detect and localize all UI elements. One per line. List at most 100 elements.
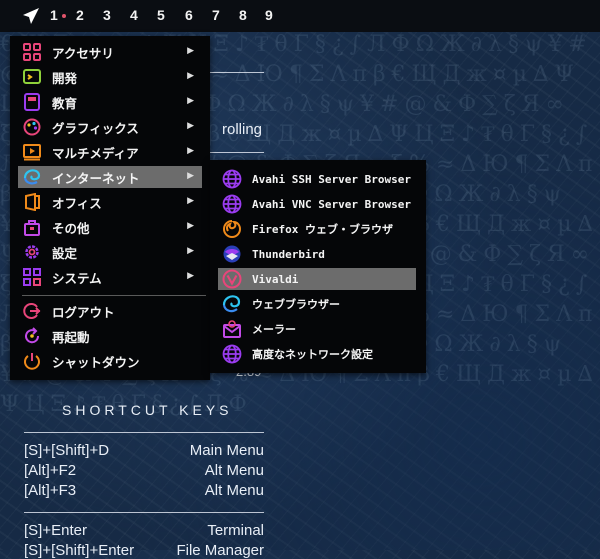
workspace-9[interactable]: 9 [265,7,273,23]
menu-item-label: 教育 [52,95,78,111]
workspace-8[interactable]: 8 [239,7,247,23]
submenu-arrow-icon: ▶ [187,96,194,106]
menu-item-label: グラフィックス [52,120,139,136]
menu-item-label: インターネット [52,170,140,186]
conky-rolling: rolling [222,121,263,138]
other-icon [22,217,42,237]
settings-icon [22,242,42,262]
menu-item-label: Avahi VNC Server Browser [252,197,411,211]
logout-icon [22,301,42,321]
menu-item-web-browser[interactable]: ウェブブラウザー [218,293,416,315]
menu-item-label: Thunderbird [252,247,325,261]
conky-divider [208,152,264,153]
shortcut-keys: [S]+Enter [24,522,87,539]
graphics-icon [22,117,42,137]
menu-item-development[interactable]: 開発 ▶ [18,66,202,88]
menu-item-label: 開発 [52,70,78,86]
submenu-arrow-icon: ▶ [187,196,194,206]
workspace-1[interactable]: 1 [50,7,58,23]
menu-separator [22,295,206,296]
shortcut-action: Alt Menu [204,482,264,499]
menu-item-office[interactable]: オフィス ▶ [18,191,202,213]
menu-item-multimedia[interactable]: マルチメディア ▶ [18,141,202,163]
submenu-arrow-icon: ▶ [187,146,194,156]
internet-icon [22,167,42,187]
menu-item-vivaldi[interactable]: Vivaldi [218,268,416,290]
menu-item-label: シャットダウン [52,354,140,370]
submenu-arrow-icon: ▶ [187,246,194,256]
submenu-arrow-icon: ▶ [187,121,194,131]
conky-divider [208,72,264,73]
mailer-icon [222,319,242,339]
accessories-icon [22,42,42,62]
menu-item-avahi-vnc[interactable]: Avahi VNC Server Browser [218,193,416,215]
menu-item-network-settings[interactable]: 高度なネットワーク設定 [218,343,416,365]
office-icon [22,192,42,212]
menu-item-accessories[interactable]: アクセサリ ▶ [18,41,202,63]
thunderbird-icon [222,244,242,264]
menu-item-label: ログアウト [52,304,115,320]
workspace-7[interactable]: 7 [212,7,220,23]
shortcut-action: Main Menu [189,442,264,459]
menu-item-system[interactable]: システム ▶ [18,266,202,288]
active-workspace-indicator [62,14,66,18]
menu-item-other[interactable]: その他 ▶ [18,216,202,238]
application-menu: アクセサリ ▶ 開発 ▶ 教育 ▶ グラフィックス ▶ マルチメディア ▶ イン [10,36,210,380]
menu-item-label: メーラー [252,323,296,336]
vivaldi-icon [222,269,242,289]
internet-submenu: Avahi SSH Server Browser Avahi VNC Serve… [210,160,426,373]
menu-item-thunderbird[interactable]: Thunderbird [218,243,416,265]
menu-item-label: 再起動 [52,329,90,345]
menu-item-label: ウェブブラウザー [252,298,340,311]
globe-icon [222,169,242,189]
shortcut-action: File Manager [176,542,264,559]
menu-item-avahi-ssh[interactable]: Avahi SSH Server Browser [218,168,416,190]
submenu-arrow-icon: ▶ [187,71,194,81]
menu-item-label: Avahi SSH Server Browser [252,172,411,186]
menu-item-settings[interactable]: 設定 ▶ [18,241,202,263]
shortcut-action: Alt Menu [204,462,264,479]
menu-item-label: Vivaldi [252,272,299,286]
menu-item-logout[interactable]: ログアウト [18,300,202,322]
shortcut-keys: [Alt]+F2 [24,462,77,479]
shortcut-action: Terminal [207,522,264,539]
menu-item-firefox[interactable]: Firefox ウェブ・ブラウザ [218,218,416,240]
menu-item-label: Firefox ウェブ・ブラウザ [252,223,393,236]
shortcut-keys: [S]+[Shift]+D [24,442,110,459]
workspace-5[interactable]: 5 [157,7,165,23]
workspace-4[interactable]: 4 [130,7,138,23]
workspace-3[interactable]: 3 [103,7,111,23]
top-panel: 1 2 3 4 5 6 7 8 9 [0,0,600,32]
menu-item-label: 設定 [52,245,78,261]
submenu-arrow-icon: ▶ [187,171,194,181]
workspace-2[interactable]: 2 [76,7,84,23]
menu-item-label: アクセサリ [52,45,114,61]
multimedia-icon [22,142,42,162]
menu-item-restart[interactable]: 再起動 [18,325,202,347]
launcher-icon[interactable] [22,7,40,25]
firefox-icon [222,219,242,239]
menu-item-education[interactable]: 教育 ▶ [18,91,202,113]
conky-divider [24,512,264,513]
submenu-arrow-icon: ▶ [187,221,194,231]
menu-item-label: 高度なネットワーク設定 [252,348,373,361]
submenu-arrow-icon: ▶ [187,271,194,281]
network-settings-icon [222,344,242,364]
development-icon [22,67,42,87]
system-icon [22,267,42,287]
menu-item-label: システム [52,270,102,286]
menu-item-shutdown[interactable]: シャットダウン [18,350,202,372]
menu-item-graphics[interactable]: グラフィックス ▶ [18,116,202,138]
education-icon [22,92,42,112]
restart-icon [22,326,42,346]
menu-item-label: マルチメディア [52,145,139,161]
shortcut-keys: [Alt]+F3 [24,482,77,499]
shortcut-keys-title: SHORTCUT KEYS [62,402,233,418]
globe-icon [222,194,242,214]
menu-item-internet[interactable]: インターネット ▶ [18,166,202,188]
menu-item-mailer[interactable]: メーラー [218,318,416,340]
shutdown-icon [22,351,42,371]
workspace-6[interactable]: 6 [185,7,193,23]
menu-item-label: オフィス [52,195,102,211]
submenu-arrow-icon: ▶ [187,46,194,56]
